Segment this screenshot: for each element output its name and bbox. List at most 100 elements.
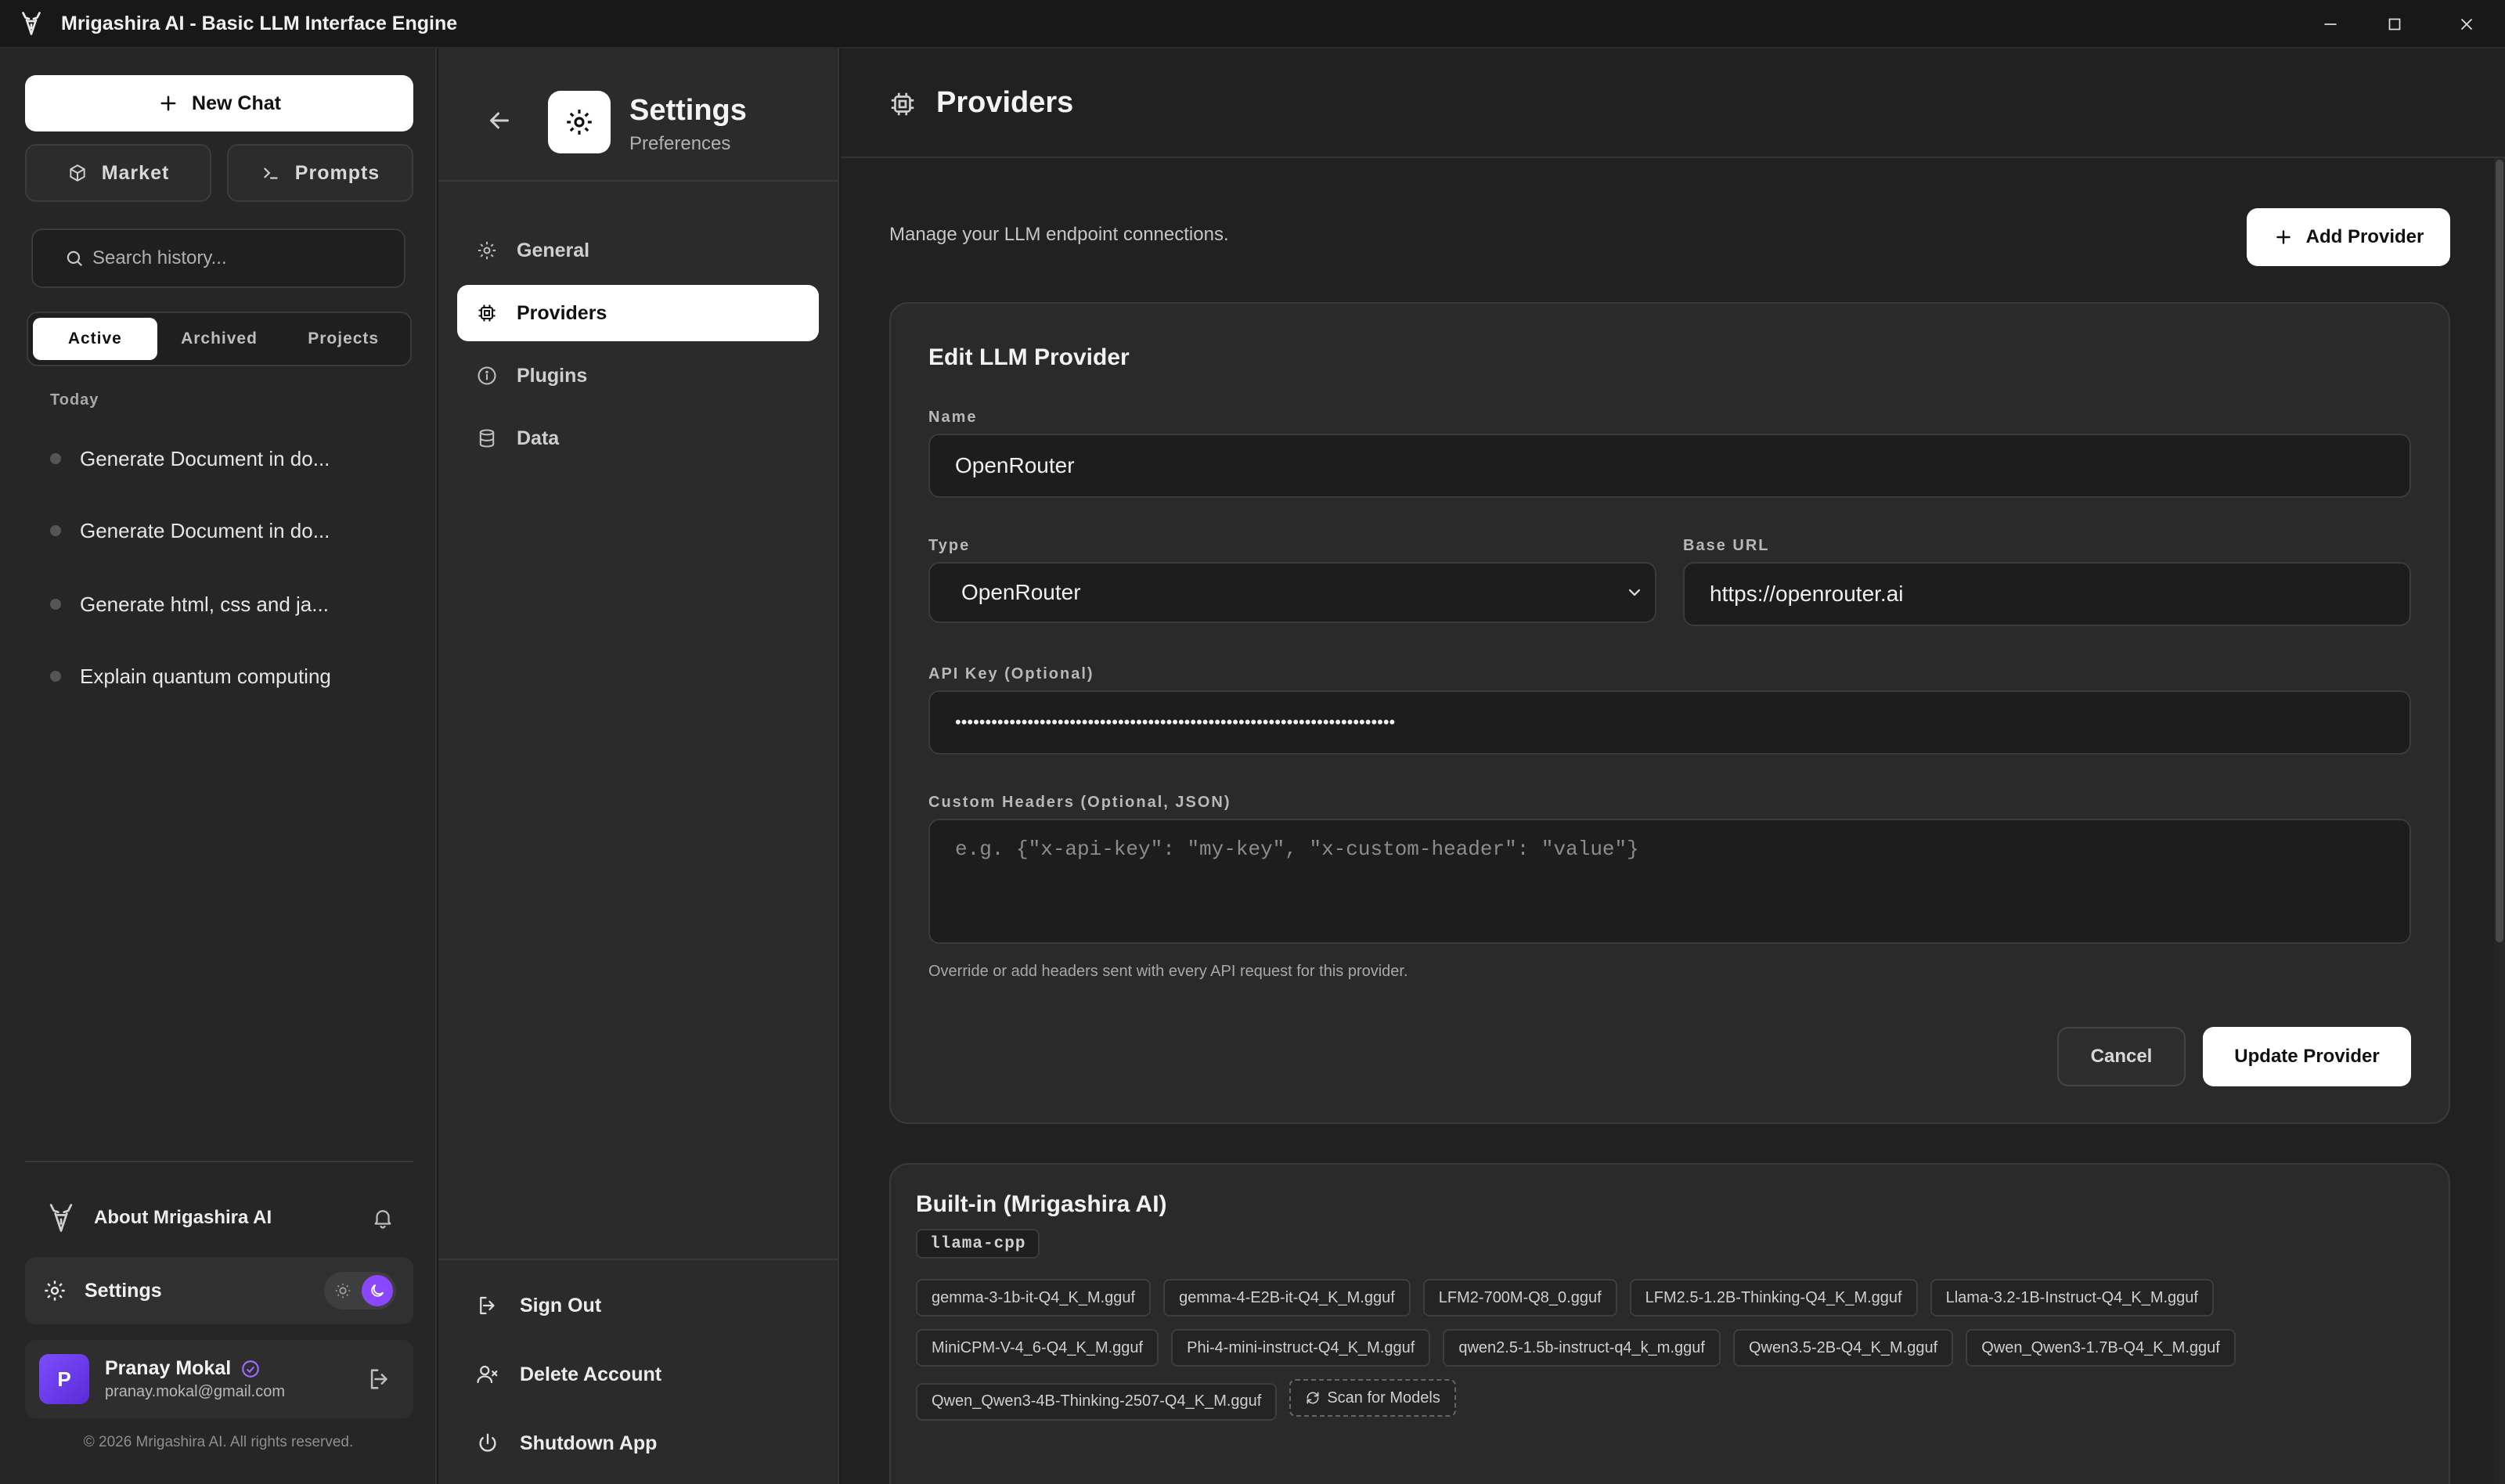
- settings-logo: [548, 91, 611, 153]
- settings-label: Settings: [85, 1279, 162, 1302]
- gear-icon: [567, 110, 592, 135]
- copyright: © 2026 Mrigashira AI. All rights reserve…: [83, 1434, 354, 1450]
- nav-general[interactable]: General: [457, 222, 819, 279]
- model-chip: Llama-3.2-1B-Instruct-Q4_K_M.gguf: [1930, 1279, 2214, 1317]
- window-title: Mrigashira AI - Basic LLM Interface Engi…: [61, 12, 458, 34]
- builtin-provider-card: Built-in (Mrigashira AI) llama-cpp gemma…: [889, 1163, 2450, 1484]
- history-item[interactable]: Generate html, css and ja...: [50, 581, 395, 628]
- bullet-icon: [50, 453, 61, 464]
- settings-divider: [438, 1259, 838, 1260]
- nav-data-label: Data: [517, 427, 560, 449]
- model-chip: Qwen3.5-2B-Q4_K_M.gguf: [1732, 1329, 1954, 1367]
- search-history[interactable]: [31, 229, 405, 288]
- model-chip: Qwen_Qwen3-1.7B-Q4_K_M.gguf: [1966, 1329, 2236, 1367]
- page-title: Providers: [936, 86, 1074, 119]
- settings-button[interactable]: Settings: [25, 1257, 413, 1324]
- delete-account-label: Delete Account: [520, 1363, 662, 1385]
- logout-icon: [480, 1296, 495, 1315]
- edit-provider-form: Edit LLM Provider Name Type OpenRouter B…: [889, 302, 2450, 1124]
- tab-archived[interactable]: Archived: [157, 318, 282, 360]
- search-input[interactable]: [92, 247, 390, 269]
- nav-plugins[interactable]: Plugins: [457, 348, 819, 404]
- shutdown-app-button[interactable]: Shutdown App: [476, 1420, 657, 1467]
- prompts-button[interactable]: Prompts: [227, 144, 413, 202]
- name-field[interactable]: [928, 434, 2411, 498]
- gear-icon: [45, 1280, 65, 1301]
- model-chip: qwen2.5-1.5b-instruct-q4_k_m.gguf: [1443, 1329, 1721, 1367]
- history-item[interactable]: Explain quantum computing: [50, 653, 395, 700]
- bell-icon[interactable]: [371, 1206, 395, 1230]
- api-key-label: API Key (Optional): [928, 665, 1094, 683]
- model-chip: MiniCPM-V-4_6-Q4_K_M.gguf: [916, 1329, 1159, 1367]
- maximize-button[interactable]: [2359, 0, 2430, 49]
- close-window-button[interactable]: [2431, 0, 2502, 49]
- terminal-icon: [264, 167, 278, 179]
- bullet-icon: [50, 671, 61, 682]
- sign-out-button[interactable]: Sign Out: [476, 1282, 601, 1329]
- model-chip: gemma-4-E2B-it-Q4_K_M.gguf: [1163, 1279, 1411, 1317]
- new-chat-button[interactable]: New Chat: [25, 75, 413, 131]
- chevron-down-icon: [1628, 589, 1641, 596]
- deer-logo-icon: [49, 1204, 73, 1232]
- nav-plugins-label: Plugins: [517, 364, 588, 387]
- back-arrow-icon[interactable]: [485, 106, 514, 135]
- delete-account-button[interactable]: Delete Account: [476, 1351, 661, 1398]
- moon-icon: [362, 1275, 393, 1306]
- new-chat-label: New Chat: [192, 92, 281, 114]
- custom-headers-input[interactable]: [955, 837, 2409, 931]
- market-button[interactable]: Market: [25, 144, 211, 202]
- custom-headers-hint: Override or add headers sent with every …: [928, 963, 1408, 980]
- bullet-icon: [50, 525, 61, 536]
- settings-header: Settings Preferences: [438, 49, 838, 182]
- cpu-chip-icon: [478, 304, 496, 322]
- avatar[interactable]: P: [39, 1354, 89, 1404]
- model-chip: Phi-4-mini-instruct-Q4_K_M.gguf: [1171, 1329, 1431, 1367]
- tab-active[interactable]: Active: [33, 318, 157, 360]
- name-input[interactable]: [955, 453, 2409, 478]
- model-chip: gemma-3-1b-it-Q4_K_M.gguf: [916, 1279, 1152, 1317]
- cancel-button[interactable]: Cancel: [2057, 1027, 2186, 1086]
- model-chip: LFM2.5-1.2B-Thinking-Q4_K_M.gguf: [1629, 1279, 1918, 1317]
- minimize-icon: [2324, 23, 2337, 25]
- prompts-label: Prompts: [294, 161, 380, 184]
- api-key-field[interactable]: ••••••••••••••••••••••••••••••••••••••••…: [928, 690, 2411, 755]
- custom-headers-field[interactable]: [928, 819, 2411, 944]
- settings-panel: Settings Preferences General Providers P…: [438, 49, 839, 1484]
- custom-headers-label: Custom Headers (Optional, JSON): [928, 794, 1231, 811]
- close-icon: [2460, 18, 2473, 31]
- deer-logo-icon: [22, 12, 41, 35]
- nav-providers-label: Providers: [517, 301, 607, 324]
- search-icon: [67, 250, 82, 266]
- history-item-label: Generate html, css and ja...: [80, 592, 329, 616]
- type-select[interactable]: OpenRouter: [928, 562, 1656, 623]
- about-label: About Mrigashira AI: [94, 1207, 272, 1228]
- update-provider-button[interactable]: Update Provider: [2203, 1027, 2411, 1086]
- scan-for-models-button[interactable]: Scan for Models: [1289, 1379, 1456, 1417]
- cube-icon: [70, 164, 85, 182]
- cpu-chip-icon: [891, 92, 914, 116]
- settings-subtitle: Preferences: [629, 133, 731, 154]
- plus-icon: [2276, 230, 2291, 244]
- history-item-label: Explain quantum computing: [80, 664, 331, 688]
- model-chip: Qwen_Qwen3-4B-Thinking-2507-Q4_K_M.gguf: [916, 1382, 1278, 1421]
- minimize-button[interactable]: [2295, 0, 2366, 49]
- info-icon: [478, 366, 496, 385]
- logout-icon[interactable]: [366, 1366, 393, 1392]
- about-button[interactable]: About Mrigashira AI: [44, 1190, 395, 1246]
- type-selected-value: OpenRouter: [961, 580, 1081, 604]
- database-icon: [479, 429, 495, 448]
- theme-toggle[interactable]: [324, 1272, 396, 1309]
- tab-projects[interactable]: Projects: [281, 318, 405, 360]
- history-item[interactable]: Generate Document in do...: [50, 507, 395, 554]
- add-provider-button[interactable]: Add Provider: [2247, 208, 2450, 266]
- engine-badge: llama-cpp: [916, 1229, 1040, 1259]
- user-name: Pranay Mokal: [105, 1357, 232, 1379]
- nav-providers[interactable]: Providers: [457, 285, 819, 341]
- history-item[interactable]: Generate Document in do...: [50, 435, 395, 482]
- scrollbar-thumb[interactable]: [2496, 160, 2503, 942]
- user-name-row: Pranay Mokal: [105, 1357, 285, 1380]
- base-url-field[interactable]: [1683, 562, 2411, 626]
- base-url-input[interactable]: [1710, 582, 2409, 607]
- history-item-label: Generate Document in do...: [80, 446, 330, 470]
- nav-data[interactable]: Data: [457, 410, 819, 466]
